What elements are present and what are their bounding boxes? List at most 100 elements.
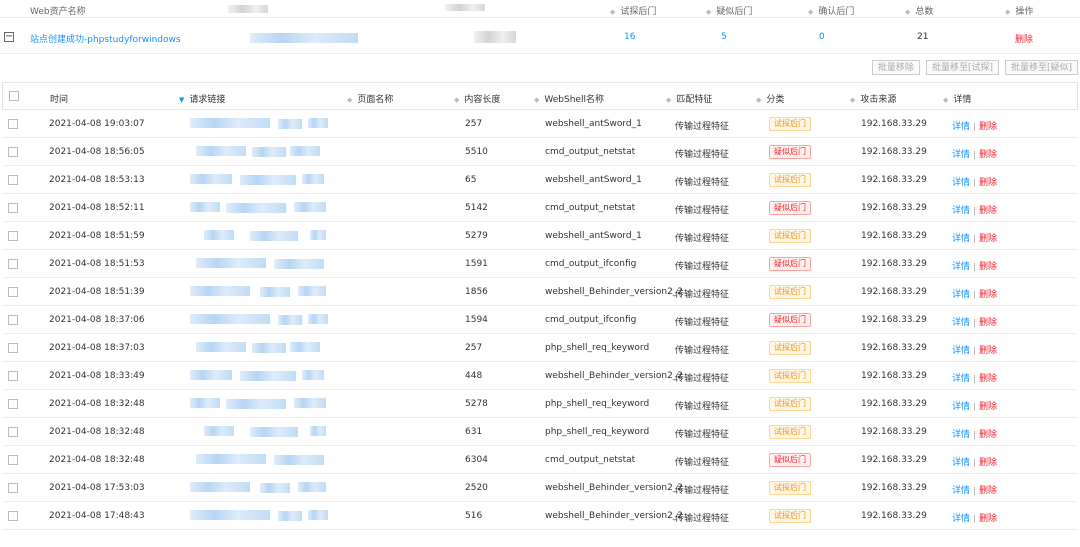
row-checkbox[interactable] <box>8 147 18 157</box>
delete-link[interactable]: 删除 <box>979 290 997 300</box>
redacted-request-link[interactable] <box>308 118 328 128</box>
redacted-request-link[interactable] <box>294 398 326 408</box>
sort-icon[interactable]: ◆ <box>756 96 761 104</box>
redacted-request-link[interactable] <box>190 286 250 296</box>
delete-link[interactable]: 删除 <box>979 430 997 440</box>
select-all-checkbox[interactable] <box>9 91 19 101</box>
redacted-request-link[interactable] <box>274 455 324 465</box>
sort-icon[interactable]: ◆ <box>1005 8 1010 16</box>
row-checkbox[interactable] <box>8 483 18 493</box>
collapse-toggle-icon[interactable]: − <box>4 32 14 42</box>
redacted-request-link[interactable] <box>196 454 266 464</box>
row-checkbox[interactable] <box>8 343 18 353</box>
detail-link[interactable]: 详情 <box>952 486 970 496</box>
detail-link[interactable]: 详情 <box>952 122 970 132</box>
sort-icon[interactable]: ◆ <box>454 96 459 104</box>
detail-link[interactable]: 详情 <box>952 178 970 188</box>
asset-name-link[interactable]: 站点创建成功-phpstudyforwindows <box>30 32 181 45</box>
redacted-request-link[interactable] <box>190 118 270 128</box>
sort-icon[interactable]: ◆ <box>706 8 711 16</box>
redacted-request-link[interactable] <box>196 258 266 268</box>
detail-link[interactable]: 详情 <box>952 374 970 384</box>
redacted-request-link[interactable] <box>190 398 220 408</box>
redacted-request-link[interactable] <box>190 174 232 184</box>
redacted-request-link[interactable] <box>308 314 328 324</box>
redacted-request-link[interactable] <box>302 174 324 184</box>
redacted-request-link[interactable] <box>190 202 220 212</box>
delete-link[interactable]: 删除 <box>979 318 997 328</box>
detail-link[interactable]: 详情 <box>952 318 970 328</box>
delete-link[interactable]: 删除 <box>979 178 997 188</box>
delete-link[interactable]: 删除 <box>979 122 997 132</box>
detail-link[interactable]: 详情 <box>952 402 970 412</box>
detail-link[interactable]: 详情 <box>952 150 970 160</box>
delete-link[interactable]: 删除 <box>979 486 997 496</box>
row-checkbox[interactable] <box>8 287 18 297</box>
detail-link[interactable]: 详情 <box>952 290 970 300</box>
sort-icon[interactable]: ◆ <box>850 96 855 104</box>
delete-asset-link[interactable]: 删除 <box>1015 32 1033 45</box>
delete-link[interactable]: 删除 <box>979 346 997 356</box>
redacted-request-link[interactable] <box>298 286 326 296</box>
confirm-count[interactable]: 0 <box>819 32 825 42</box>
delete-link[interactable]: 删除 <box>979 234 997 244</box>
redacted-request-link[interactable] <box>260 287 290 297</box>
redacted-request-link[interactable] <box>190 482 250 492</box>
redacted-request-link[interactable] <box>310 426 326 436</box>
detail-link[interactable]: 详情 <box>952 430 970 440</box>
redacted-request-link[interactable] <box>290 342 320 352</box>
row-checkbox[interactable] <box>8 203 18 213</box>
detail-link[interactable]: 详情 <box>952 262 970 272</box>
batch-move-test-button[interactable]: 批量移至[试探] <box>925 60 999 75</box>
row-checkbox[interactable] <box>8 455 18 465</box>
sort-icon[interactable]: ◆ <box>347 96 352 104</box>
redacted-request-link[interactable] <box>308 510 328 520</box>
batch-remove-button[interactable]: 批量移除 <box>871 60 920 75</box>
batch-move-suspect-button[interactable]: 批量移至[疑似] <box>1004 60 1078 75</box>
redacted-request-link[interactable] <box>190 370 232 380</box>
redacted-request-link[interactable] <box>290 146 320 156</box>
delete-link[interactable]: 删除 <box>979 150 997 160</box>
redacted-request-link[interactable] <box>310 230 326 240</box>
detail-link[interactable]: 详情 <box>952 514 970 524</box>
sort-icon[interactable]: ◆ <box>534 96 539 104</box>
redacted-request-link[interactable] <box>260 483 290 493</box>
detail-link[interactable]: 详情 <box>952 346 970 356</box>
redacted-request-link[interactable] <box>204 230 234 240</box>
row-checkbox[interactable] <box>8 427 18 437</box>
sort-icon[interactable]: ◆ <box>808 8 813 16</box>
test-count[interactable]: 16 <box>624 32 635 42</box>
redacted-request-link[interactable] <box>252 147 286 157</box>
row-checkbox[interactable] <box>8 315 18 325</box>
row-checkbox[interactable] <box>8 231 18 241</box>
row-checkbox[interactable] <box>8 511 18 521</box>
redacted-request-link[interactable] <box>252 343 286 353</box>
redacted-request-link[interactable] <box>250 427 298 437</box>
row-checkbox[interactable] <box>8 259 18 269</box>
redacted-request-link[interactable] <box>298 482 326 492</box>
detail-link[interactable]: 详情 <box>952 458 970 468</box>
redacted-request-link[interactable] <box>278 315 302 325</box>
redacted-request-link[interactable] <box>278 511 302 521</box>
redacted-request-link[interactable] <box>190 510 270 520</box>
delete-link[interactable]: 删除 <box>979 206 997 216</box>
sort-icon[interactable]: ◆ <box>905 8 910 16</box>
redacted-request-link[interactable] <box>302 370 324 380</box>
redacted-request-link[interactable] <box>196 342 246 352</box>
delete-link[interactable]: 删除 <box>979 402 997 412</box>
redacted-request-link[interactable] <box>226 203 286 213</box>
redacted-request-link[interactable] <box>240 371 296 381</box>
delete-link[interactable]: 删除 <box>979 374 997 384</box>
sort-desc-icon[interactable]: ▼ <box>179 96 184 104</box>
redacted-request-link[interactable] <box>294 202 326 212</box>
redacted-request-link[interactable] <box>196 146 246 156</box>
redacted-request-link[interactable] <box>250 231 298 241</box>
redacted-request-link[interactable] <box>190 314 270 324</box>
delete-link[interactable]: 删除 <box>979 262 997 272</box>
sort-icon[interactable]: ◆ <box>610 8 615 16</box>
suspect-count[interactable]: 5 <box>721 32 727 42</box>
redacted-request-link[interactable] <box>204 426 234 436</box>
redacted-request-link[interactable] <box>278 119 302 129</box>
delete-link[interactable]: 删除 <box>979 514 997 524</box>
detail-link[interactable]: 详情 <box>952 234 970 244</box>
